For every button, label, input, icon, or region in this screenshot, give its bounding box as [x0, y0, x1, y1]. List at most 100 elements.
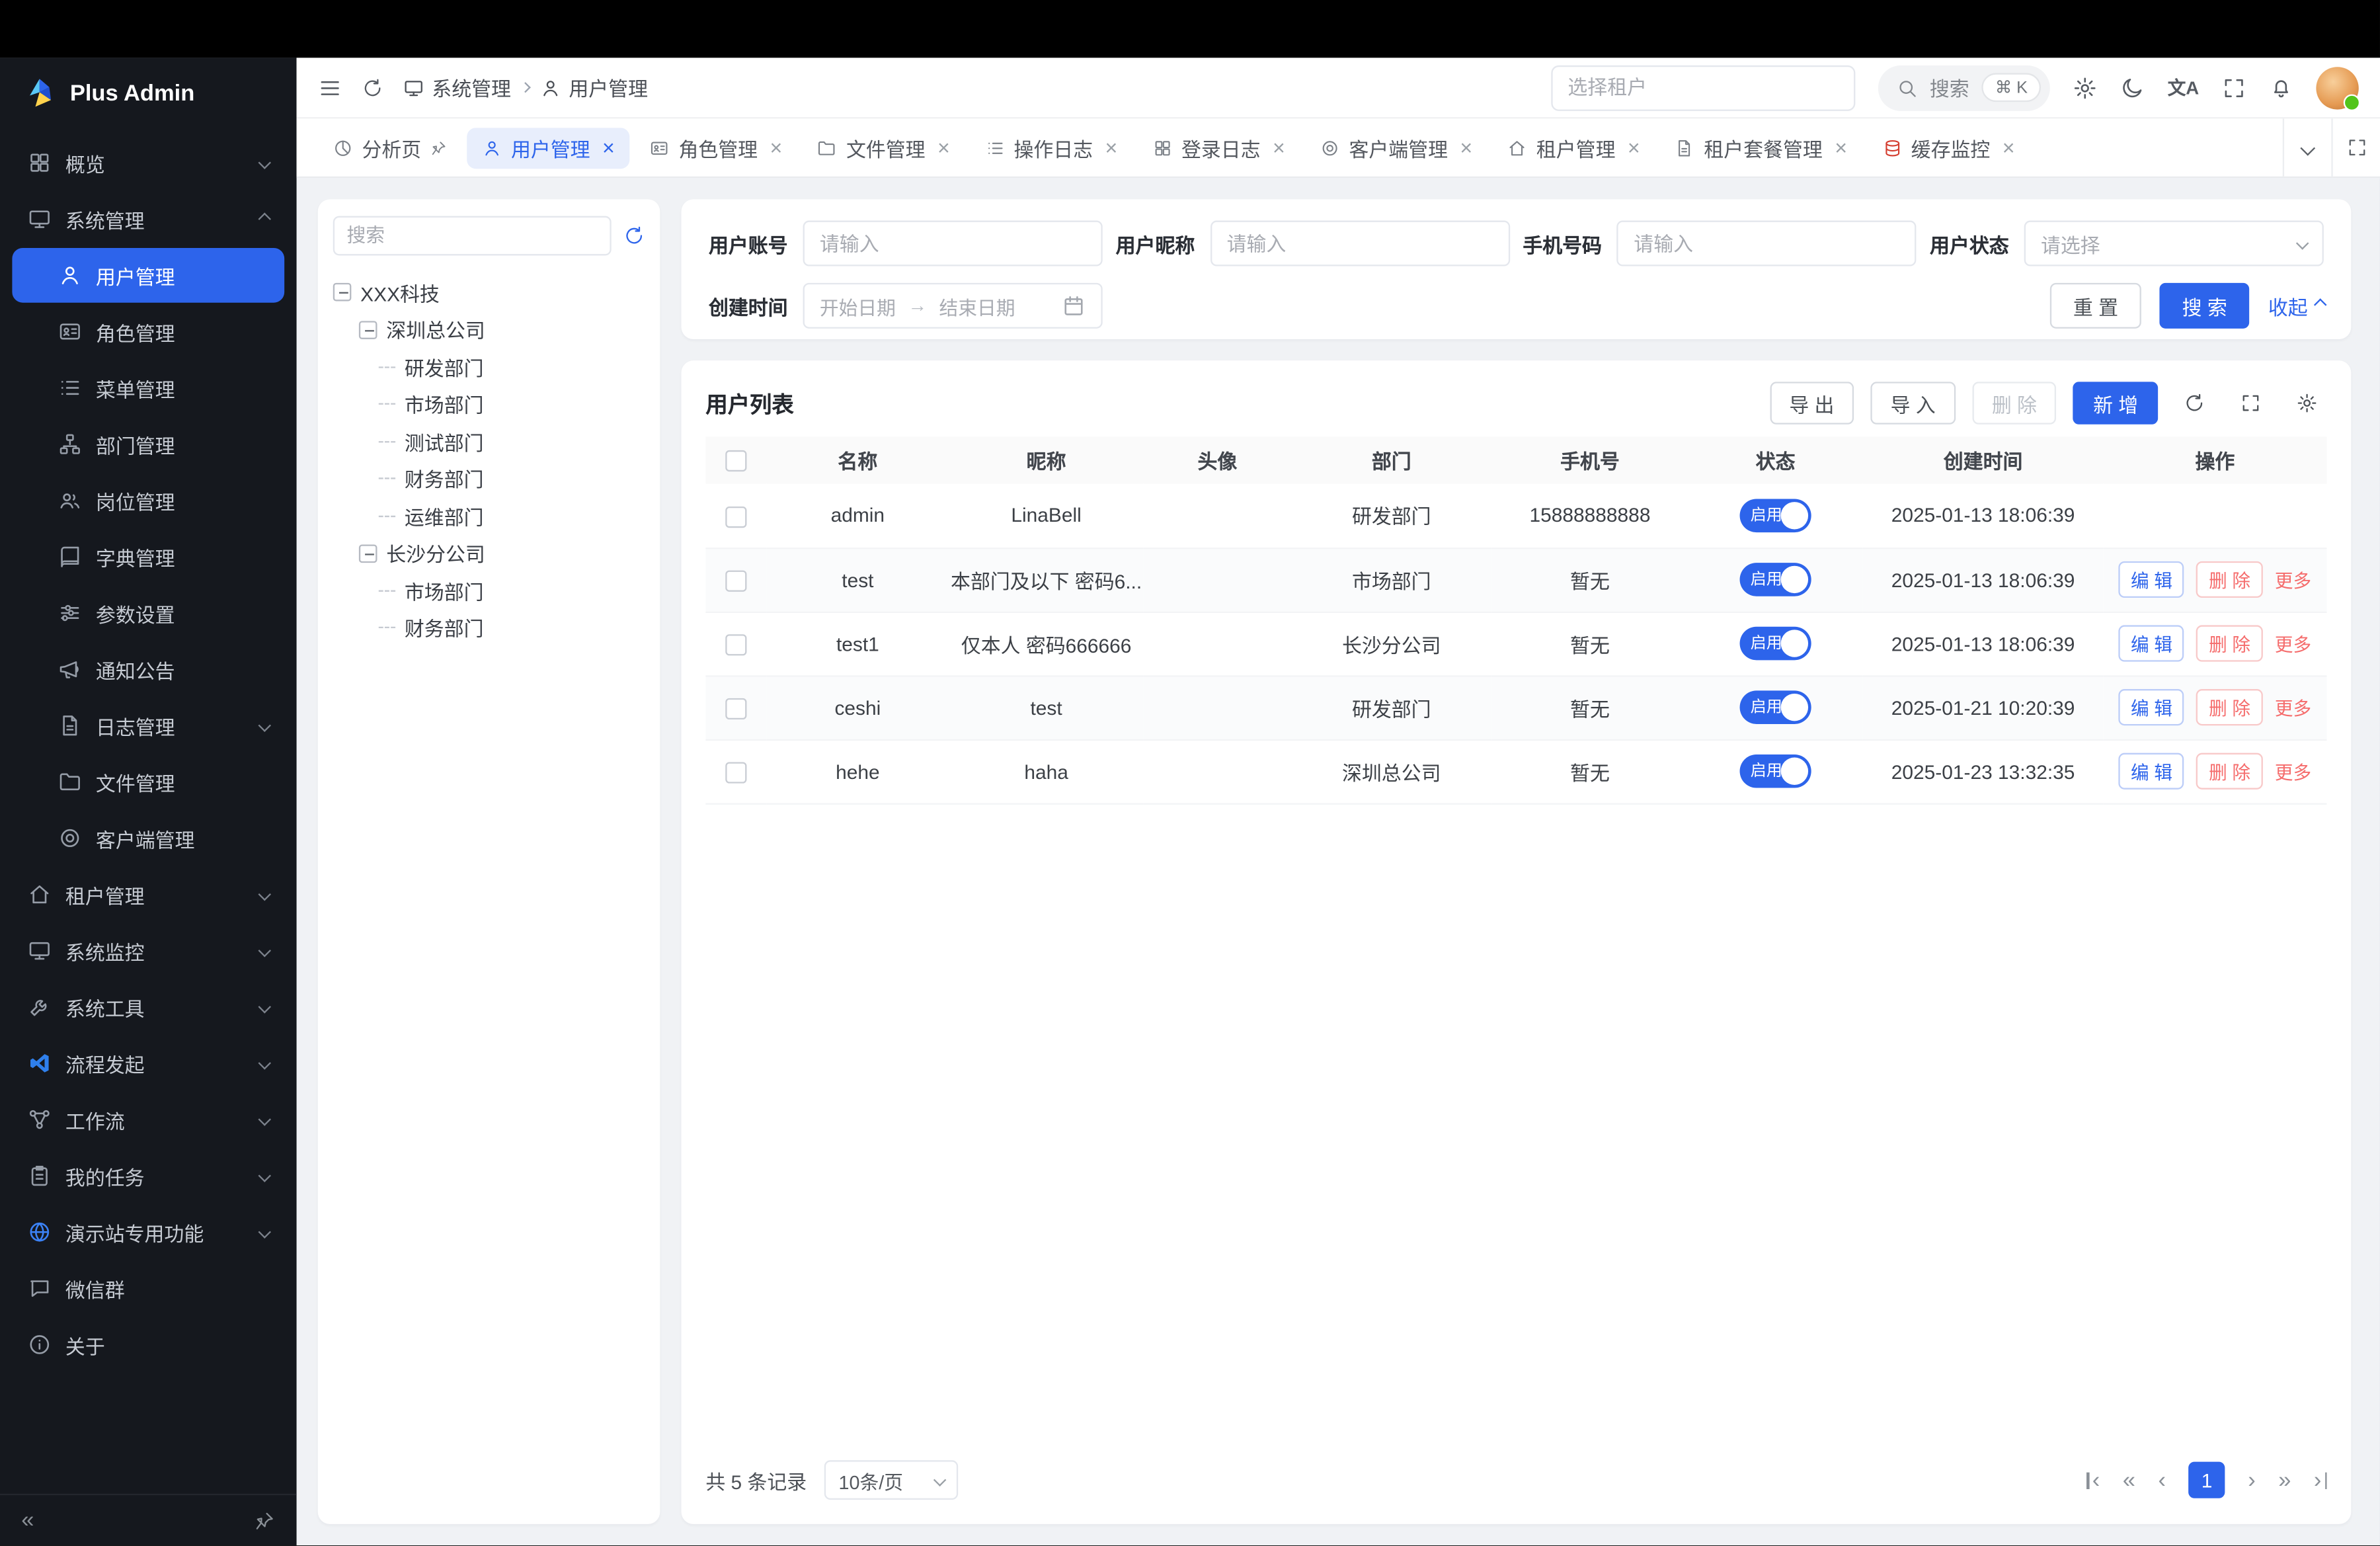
status-toggle[interactable]: 启用 [1740, 627, 1811, 661]
close-tab-icon[interactable]: × [937, 137, 950, 158]
notifications-bell-button[interactable] [2269, 75, 2293, 100]
close-tab-icon[interactable]: × [1105, 137, 1117, 158]
tab-tenant-management[interactable]: 租户管理× [1492, 127, 1655, 168]
hamburger-menu-button[interactable] [318, 75, 342, 100]
first-page-button[interactable]: ‹ [2087, 1469, 2100, 1492]
tab-analysis[interactable]: 分析页 [318, 127, 463, 168]
table-settings-button[interactable] [2287, 384, 2327, 423]
select-all-checkbox[interactable] [725, 451, 746, 472]
tab-tenant-package[interactable]: 租户套餐管理× [1660, 127, 1862, 168]
more-button[interactable]: 更多 [2275, 633, 2311, 655]
more-button[interactable]: 更多 [2275, 698, 2311, 719]
sidebar-item-role-management[interactable]: 角色管理 [12, 304, 284, 359]
row-checkbox[interactable] [725, 762, 746, 783]
table-refresh-button[interactable] [2174, 384, 2214, 423]
prev-page-button[interactable]: ‹ [2158, 1469, 2166, 1492]
collapse-node-icon[interactable] [333, 283, 352, 302]
row-checkbox[interactable] [725, 698, 746, 719]
last-page-button[interactable]: › [2314, 1469, 2327, 1492]
tree-node[interactable]: 测试部门 [333, 423, 645, 460]
tree-node[interactable]: 深圳总公司 [333, 311, 645, 348]
tree-node[interactable]: 运维部门 [333, 497, 645, 534]
tree-node[interactable]: XXX科技 [333, 274, 645, 311]
pin-icon[interactable] [254, 1510, 275, 1531]
status-toggle[interactable]: 启用 [1740, 754, 1811, 788]
current-page[interactable]: 1 [2189, 1462, 2225, 1498]
dark-mode-toggle[interactable] [2120, 75, 2145, 100]
import-button[interactable]: 导 入 [1871, 382, 1956, 424]
tab-file-management[interactable]: 文件管理× [802, 127, 965, 168]
next-page-button[interactable]: › [2248, 1469, 2256, 1492]
sidebar-item-process-start[interactable]: 流程发起 [12, 1036, 284, 1091]
tree-node[interactable]: 财务部门 [333, 460, 645, 497]
status-toggle[interactable]: 启用 [1740, 499, 1811, 532]
sidebar-item-dict-management[interactable]: 字典管理 [12, 530, 284, 585]
sidebar-item-demo-features[interactable]: 演示站专用功能 [12, 1205, 284, 1260]
content-fullscreen-button[interactable] [2331, 118, 2380, 176]
reset-button[interactable]: 重 置 [2050, 283, 2141, 329]
search-button[interactable]: 搜 索 [2159, 283, 2250, 329]
close-tab-icon[interactable]: × [1273, 137, 1285, 158]
sidebar-item-post-management[interactable]: 岗位管理 [12, 473, 284, 528]
tree-search-input[interactable] [333, 216, 612, 256]
breadcrumb-user[interactable]: 用户管理 [540, 73, 648, 102]
tree-node[interactable]: 长沙分公司 [333, 535, 645, 572]
more-button[interactable]: 更多 [2275, 761, 2311, 782]
breadcrumb-system[interactable]: 系统管理 [403, 73, 511, 102]
settings-gear-button[interactable] [2073, 75, 2098, 100]
tab-client-management[interactable]: 客户端管理× [1305, 127, 1488, 168]
close-tab-icon[interactable]: × [602, 137, 615, 158]
user-avatar[interactable] [2316, 66, 2358, 108]
sidebar-item-overview[interactable]: 概览 [12, 136, 284, 190]
collapse-filters-link[interactable]: 收起 [2268, 292, 2324, 321]
status-select[interactable]: 请选择 [2024, 221, 2324, 266]
sidebar-item-log-management[interactable]: 日志管理 [12, 698, 284, 753]
tree-refresh-button[interactable] [623, 225, 645, 246]
status-toggle[interactable]: 启用 [1740, 563, 1811, 596]
refresh-page-button[interactable] [362, 77, 383, 98]
edit-button[interactable]: 编 辑 [2119, 689, 2185, 725]
add-button[interactable]: 新 增 [2073, 382, 2158, 424]
row-checkbox[interactable] [725, 506, 746, 527]
account-input[interactable] [803, 221, 1103, 266]
delete-row-button[interactable]: 删 除 [2197, 561, 2263, 598]
close-tab-icon[interactable]: × [2003, 137, 2015, 158]
sidebar-item-system-management[interactable]: 系统管理 [12, 192, 284, 247]
more-button[interactable]: 更多 [2275, 569, 2311, 590]
delete-button[interactable]: 删 除 [1972, 382, 2057, 424]
sidebar-item-about[interactable]: 关于 [12, 1317, 284, 1372]
tab-cache-monitor[interactable]: 缓存监控× [1867, 127, 2030, 168]
row-checkbox[interactable] [725, 570, 746, 591]
edit-button[interactable]: 编 辑 [2119, 625, 2185, 661]
tree-node[interactable]: 市场部门 [333, 386, 645, 423]
next-5-pages-button[interactable]: » [2278, 1469, 2291, 1492]
delete-row-button[interactable]: 删 除 [2197, 753, 2263, 790]
tenant-select-input[interactable] [1551, 65, 1855, 110]
tree-node[interactable]: 研发部门 [333, 348, 645, 386]
sidebar-item-system-tools[interactable]: 系统工具 [12, 979, 284, 1034]
nickname-input[interactable] [1210, 221, 1509, 266]
sidebar-item-system-monitor[interactable]: 系统监控 [12, 923, 284, 978]
tab-login-log[interactable]: 登录日志× [1137, 127, 1300, 168]
tab-user-management[interactable]: 用户管理× [467, 127, 630, 168]
tab-role-management[interactable]: 角色管理× [635, 127, 798, 168]
delete-row-button[interactable]: 删 除 [2197, 689, 2263, 725]
sidebar-item-notice[interactable]: 通知公告 [12, 642, 284, 697]
translate-button[interactable]: 文A [2168, 75, 2200, 101]
sidebar-item-workflow[interactable]: 工作流 [12, 1092, 284, 1147]
tab-operation-log[interactable]: 操作日志× [970, 127, 1133, 168]
sidebar-item-wechat-group[interactable]: 微信群 [12, 1261, 284, 1316]
close-tab-icon[interactable]: × [1628, 137, 1640, 158]
sidebar-item-menu-management[interactable]: 菜单管理 [12, 360, 284, 415]
sidebar-item-tenant-management[interactable]: 租户管理 [12, 867, 284, 922]
collapse-sidebar-button[interactable]: « [21, 1508, 34, 1533]
tree-node[interactable]: 市场部门 [333, 572, 645, 609]
sidebar-item-user-management[interactable]: 用户管理 [12, 248, 284, 303]
row-checkbox[interactable] [725, 634, 746, 655]
sidebar-item-client-management[interactable]: 客户端管理 [12, 811, 284, 866]
collapse-node-icon[interactable] [359, 544, 377, 563]
fullscreen-button[interactable] [2222, 75, 2246, 100]
table-fullscreen-button[interactable] [2231, 384, 2271, 423]
collapse-node-icon[interactable] [359, 321, 377, 339]
tree-node[interactable]: 财务部门 [333, 609, 645, 646]
